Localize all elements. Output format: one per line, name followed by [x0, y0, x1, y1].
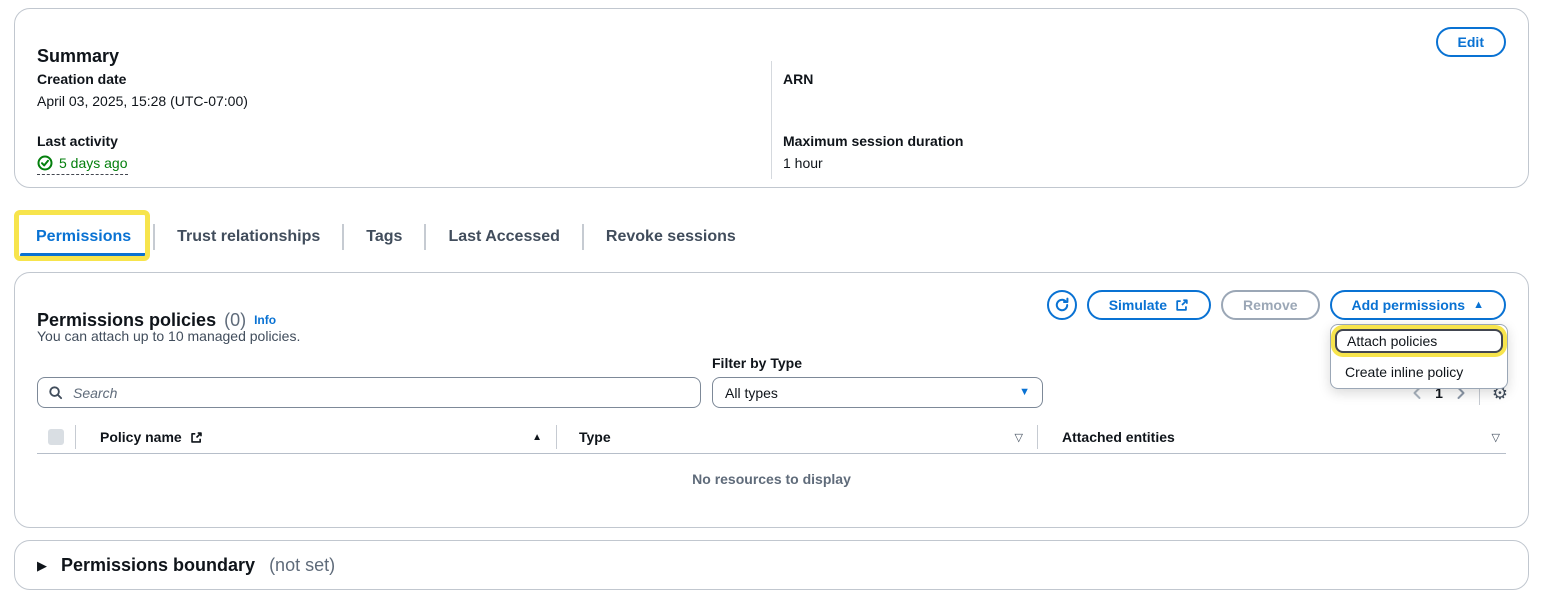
remove-button-label: Remove: [1243, 297, 1297, 313]
policy-search-box[interactable]: [37, 377, 701, 408]
last-activity-value[interactable]: 5 days ago: [37, 155, 128, 175]
select-all-checkbox[interactable]: [48, 429, 64, 445]
column-header-type[interactable]: Type ▽: [557, 429, 1037, 445]
expand-triangle-icon[interactable]: ▶: [37, 559, 47, 572]
external-link-icon: [1175, 298, 1189, 312]
creation-date-value: April 03, 2025, 15:28 (UTC-07:00): [37, 93, 737, 109]
last-activity-label: Last activity: [37, 133, 737, 149]
tab-tags[interactable]: Tags: [344, 216, 424, 258]
edit-button[interactable]: Edit: [1436, 27, 1506, 57]
add-permissions-button[interactable]: Add permissions ▲: [1330, 290, 1506, 320]
add-permissions-button-label: Add permissions: [1352, 297, 1466, 313]
menu-item-attach-policies[interactable]: Attach policies: [1335, 329, 1503, 353]
creation-date-field: Creation date April 03, 2025, 15:28 (UTC…: [37, 71, 737, 109]
remove-button[interactable]: Remove: [1221, 290, 1319, 320]
permissions-policies-description: You can attach up to 10 managed policies…: [37, 328, 300, 344]
max-session-label: Maximum session duration: [783, 133, 1503, 149]
permissions-policies-panel: Permissions policies (0) Info You can at…: [14, 272, 1529, 528]
permissions-boundary-panel: ▶ Permissions boundary (not set): [14, 540, 1529, 590]
add-permissions-dropdown-menu: Attach policies Create inline policy: [1330, 324, 1508, 389]
permissions-boundary-title: Permissions boundary: [61, 555, 255, 576]
summary-column-divider: [771, 61, 772, 179]
permissions-boundary-status: (not set): [269, 555, 335, 576]
max-session-value: 1 hour: [783, 155, 1503, 171]
column-header-attached-entities[interactable]: Attached entities ▽: [1038, 429, 1506, 445]
empty-table-message: No resources to display: [15, 471, 1528, 487]
last-activity-field: Last activity 5 days ago: [37, 133, 737, 175]
tab-last-accessed[interactable]: Last Accessed: [426, 216, 581, 258]
refresh-icon: [1054, 297, 1070, 313]
info-link[interactable]: Info: [254, 313, 276, 327]
policies-table-header: Policy name ▲ Type ▽ Attached entities ▽: [37, 421, 1506, 454]
filter-caret-icon[interactable]: ▽: [1015, 431, 1023, 444]
attached-entities-column-label: Attached entities: [1062, 429, 1175, 445]
menu-item-create-inline-policy[interactable]: Create inline policy: [1335, 360, 1503, 384]
arn-value: [783, 93, 1503, 109]
tab-revoke-sessions[interactable]: Revoke sessions: [584, 216, 758, 258]
search-input[interactable]: [71, 384, 690, 402]
type-filter-value: All types: [725, 385, 778, 401]
detail-tabs: Permissions Trust relationships Tags Las…: [14, 214, 758, 260]
type-filter-select[interactable]: All types ▼: [712, 377, 1043, 408]
simulate-button-label: Simulate: [1109, 297, 1167, 313]
tab-trust-relationships[interactable]: Trust relationships: [155, 216, 342, 258]
refresh-button[interactable]: [1047, 290, 1077, 320]
arn-label: ARN: [783, 71, 1503, 87]
type-column-label: Type: [579, 429, 611, 445]
simulate-button[interactable]: Simulate: [1087, 290, 1211, 320]
external-link-icon: [190, 431, 203, 444]
max-session-field: Maximum session duration 1 hour: [783, 133, 1503, 171]
arn-field: ARN: [783, 71, 1503, 109]
policy-name-column-label: Policy name: [100, 429, 182, 445]
filter-by-type-label: Filter by Type: [712, 355, 802, 371]
last-activity-text: 5 days ago: [59, 155, 128, 171]
caret-down-icon: ▼: [1019, 387, 1030, 398]
edit-button-label: Edit: [1458, 34, 1484, 50]
status-positive-icon: [37, 155, 53, 171]
tab-permissions[interactable]: Permissions: [14, 216, 153, 258]
column-header-policy-name[interactable]: Policy name ▲: [76, 429, 556, 445]
caret-up-icon: ▲: [1473, 300, 1484, 311]
summary-panel: Summary Edit Creation date April 03, 202…: [14, 8, 1529, 188]
summary-right-column: ARN Maximum session duration 1 hour: [783, 71, 1503, 195]
summary-title: Summary: [37, 46, 119, 67]
search-icon: [48, 385, 63, 400]
policies-action-bar: Simulate Remove Add permissions ▲: [1047, 290, 1506, 320]
permissions-boundary-header[interactable]: ▶ Permissions boundary (not set): [15, 541, 1528, 589]
filter-caret-icon[interactable]: ▽: [1492, 431, 1500, 444]
sort-ascending-icon[interactable]: ▲: [532, 432, 542, 443]
creation-date-label: Creation date: [37, 71, 737, 87]
summary-left-column: Creation date April 03, 2025, 15:28 (UTC…: [37, 71, 737, 199]
